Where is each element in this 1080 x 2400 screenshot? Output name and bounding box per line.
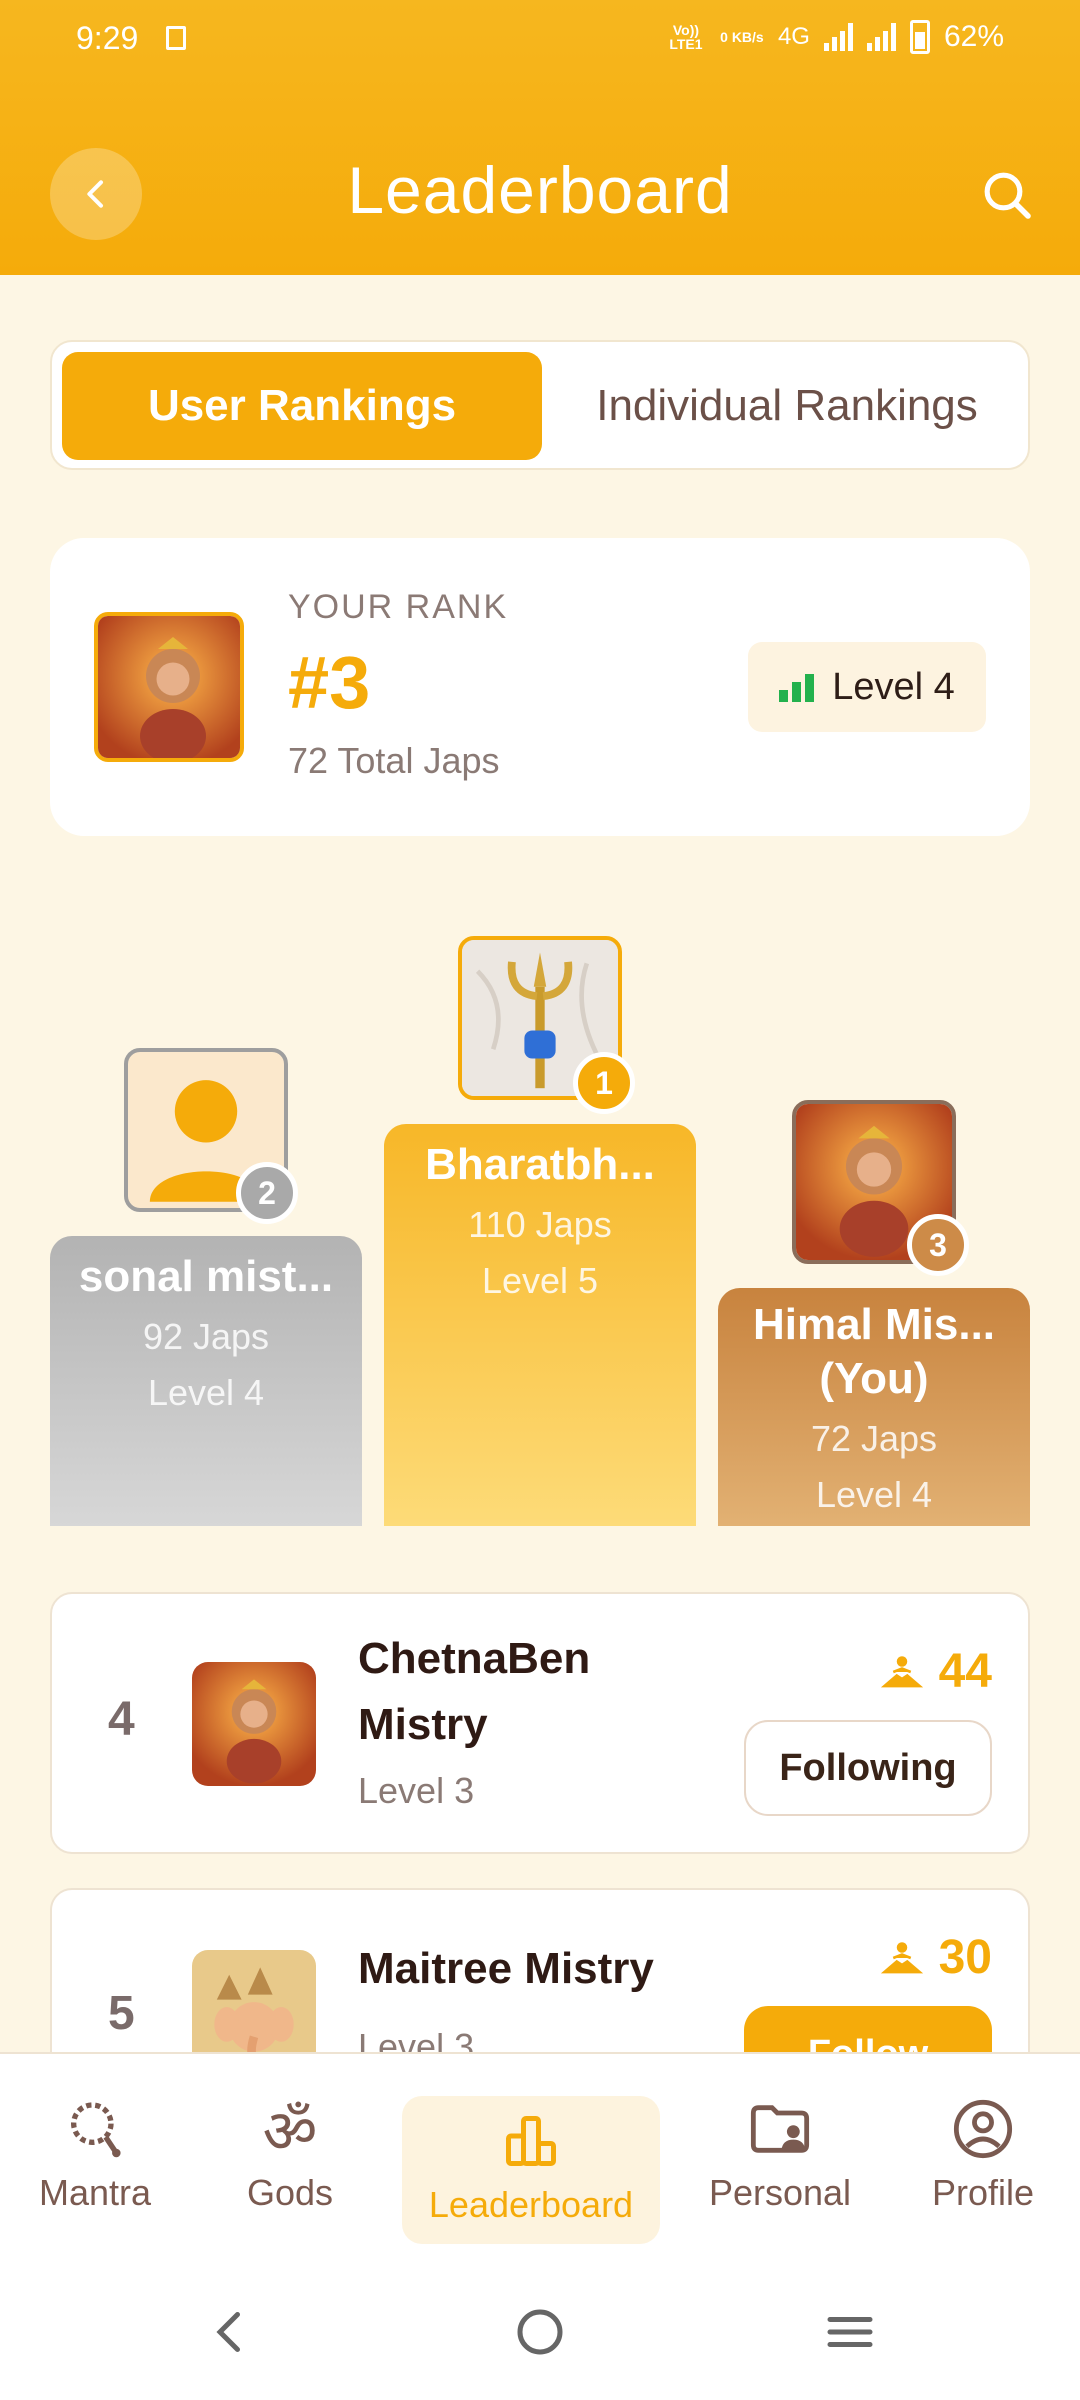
app-header: 9:29 Vo)) LTE1 0 KB/s 4G 62% Leaderboard [0,0,1080,275]
list-item[interactable]: 4 ChetnaBen Mistry Level 3 44 Following [50,1592,1030,1854]
podium-1-block[interactable]: Bharatbh... 110 Japs Level 5 [384,1124,696,1526]
om-icon: ॐ [262,2097,318,2167]
podium-3-block[interactable]: Himal Mis... (You) 72 Japs Level 4 [718,1288,1030,1526]
list-score-value: 30 [938,1931,992,1984]
list-name: ChetnaBen Mistry [358,1634,591,1749]
podium-1-level: Level 5 [481,1260,599,1301]
network-type: 4G [777,23,810,50]
your-total-japs: 72 Total Japs [288,740,500,781]
your-level-badge: Level 4 [748,642,986,732]
nav-leaderboard-label: Leaderboard [428,2184,634,2225]
list-score-value: 44 [938,1645,992,1698]
notification-doc-icon [166,26,186,50]
data-speed: 0 KB/s [720,29,764,45]
nav-profile-label: Profile [931,2172,1035,2213]
podium-1-name: Bharatbh... [425,1140,655,1189]
status-indicators: Vo)) LTE1 0 KB/s 4G 62% [666,20,1004,54]
podium-2-badge: 2 [236,1162,298,1224]
bottom-navigation: Mantra ॐ Gods Leaderboard Personal Profi… [0,2052,1080,2262]
list-rank: 4 [108,1693,135,1746]
nav-mantra-label: Mantra [38,2172,152,2213]
status-bar: 9:29 Vo)) LTE1 0 KB/s 4G 62% [0,0,1080,80]
system-navigation-bar [0,2262,1080,2400]
meditation-icon [880,1655,923,1687]
meditation-icon [880,1941,923,1973]
tab-individual-rankings[interactable]: Individual Rankings [552,352,1022,460]
list-score: 30 [880,1930,992,1985]
your-rank-card: YOUR RANK #3 72 Total Japs Level 4 [50,538,1030,836]
podium-2-block[interactable]: sonal mist... 92 Japs Level 4 [50,1236,362,1526]
folder-user-icon [750,2105,810,2153]
podium-2-name: sonal mist... [78,1252,334,1301]
system-menu-icon[interactable] [820,2302,880,2362]
signal-icon-2 [866,23,896,51]
tab-user-rankings[interactable]: User Rankings [62,352,542,460]
nav-mantra[interactable]: Mantra [10,2094,180,2254]
podium-3-you: (You) [819,1354,929,1403]
list-rank: 5 [108,1987,135,2040]
nav-profile[interactable]: Profile [900,2094,1066,2254]
list-avatar [192,1662,316,1786]
nav-gods-label: Gods [246,2172,334,2213]
list-level: Level 3 [358,1770,475,1811]
system-home-icon[interactable] [510,2302,570,2362]
your-level-text: Level 4 [832,665,955,708]
level-bars-icon [779,672,815,702]
mala-icon [71,2102,121,2158]
search-icon [984,172,1031,219]
system-back-icon[interactable] [200,2302,260,2362]
status-time: 9:29 [76,20,139,56]
nav-personal-label: Personal [708,2172,852,2213]
page-title: Leaderboard [347,153,733,227]
signal-icon [823,23,853,51]
list-name: Maitree Mistry [358,1944,654,1993]
your-rank-label: YOUR RANK [288,588,509,626]
podium-3-name: Himal Mis... [752,1300,996,1349]
search-button[interactable] [972,160,1042,230]
nav-leaderboard[interactable]: Leaderboard [402,2096,660,2244]
podium-1-badge: 1 [573,1052,635,1114]
podium-2-level: Level 4 [147,1372,265,1413]
podium-1-japs: 110 Japs [468,1204,612,1245]
leaderboard-icon [506,2116,556,2166]
podium-3-level: Level 4 [815,1474,933,1515]
battery-icon [909,20,930,54]
hanuman-avatar-icon [98,616,240,758]
battery-percent: 62% [943,20,1004,53]
podium-2-japs: 92 Japs [142,1316,270,1357]
profile-icon [953,2099,1013,2159]
podium-3-japs: 72 Japs [810,1418,938,1459]
following-button[interactable]: Following [744,1720,992,1816]
list-score: 44 [880,1644,992,1699]
hanuman-avatar-icon [192,1662,316,1786]
nav-personal[interactable]: Personal [684,2094,876,2254]
ranking-tabs: User Rankings Individual Rankings [50,340,1030,470]
nav-gods[interactable]: ॐ Gods [205,2094,375,2254]
avatar [94,612,244,762]
volte-indicator: Vo)) LTE1 [669,22,703,52]
podium-3-badge: 3 [907,1214,969,1276]
your-rank-number: #3 [288,641,371,724]
